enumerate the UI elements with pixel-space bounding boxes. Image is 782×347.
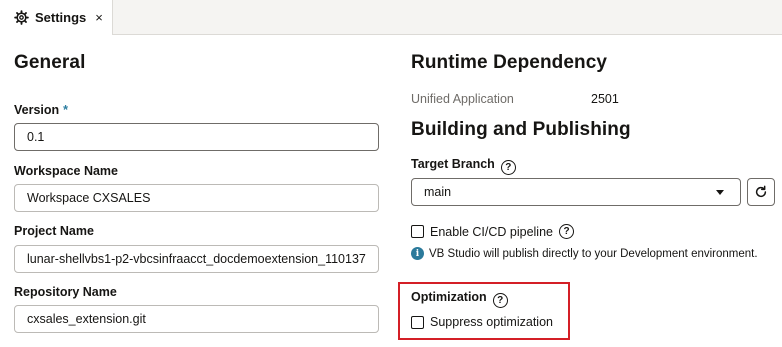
refresh-button[interactable] xyxy=(747,178,775,206)
enable-cicd-label: Enable CI/CD pipeline xyxy=(430,224,553,239)
unified-application-value: 2501 xyxy=(591,92,619,106)
enable-cicd-checkbox[interactable] xyxy=(411,225,424,238)
version-label: Version * xyxy=(14,103,68,117)
info-text: VB Studio will publish directly to your … xyxy=(429,247,758,260)
project-name-label: Project Name xyxy=(14,224,94,238)
version-input[interactable]: 0.1 xyxy=(14,123,379,151)
target-branch-label-text: Target Branch xyxy=(411,157,495,171)
repository-name-field[interactable]: cxsales_extension.git xyxy=(14,305,379,333)
tab-settings[interactable]: Settings × xyxy=(0,0,113,35)
info-message: i VB Studio will publish directly to you… xyxy=(411,247,758,260)
unified-application-label: Unified Application xyxy=(411,92,514,106)
project-name-field[interactable]: lunar-shellvbs1-p2-vbcsinfraacct_docdemo… xyxy=(14,245,379,273)
workspace-name-label: Workspace Name xyxy=(14,164,118,178)
gear-icon xyxy=(14,10,29,25)
general-heading: General xyxy=(14,52,86,73)
building-publishing-heading: Building and Publishing xyxy=(411,119,631,140)
enable-cicd-row: Enable CI/CD pipeline ? xyxy=(411,224,574,239)
refresh-icon xyxy=(755,185,767,198)
version-label-text: Version xyxy=(14,103,60,117)
target-branch-value: main xyxy=(424,185,452,199)
chevron-down-icon xyxy=(716,190,724,195)
help-icon[interactable]: ? xyxy=(559,224,574,239)
required-indicator: * xyxy=(63,103,69,117)
close-icon[interactable]: × xyxy=(95,11,103,24)
info-icon: i xyxy=(411,247,424,260)
workspace-name-field[interactable]: Workspace CXSALES xyxy=(14,184,379,212)
help-icon[interactable]: ? xyxy=(500,160,516,175)
target-branch-select[interactable]: main xyxy=(411,178,741,206)
runtime-dependency-heading: Runtime Dependency xyxy=(411,52,608,73)
highlight-box xyxy=(398,282,570,340)
target-branch-label: Target Branch? xyxy=(411,157,516,175)
tab-label: Settings xyxy=(35,10,87,25)
tab-bar: Settings × xyxy=(0,0,782,35)
repository-name-label: Repository Name xyxy=(14,285,117,299)
